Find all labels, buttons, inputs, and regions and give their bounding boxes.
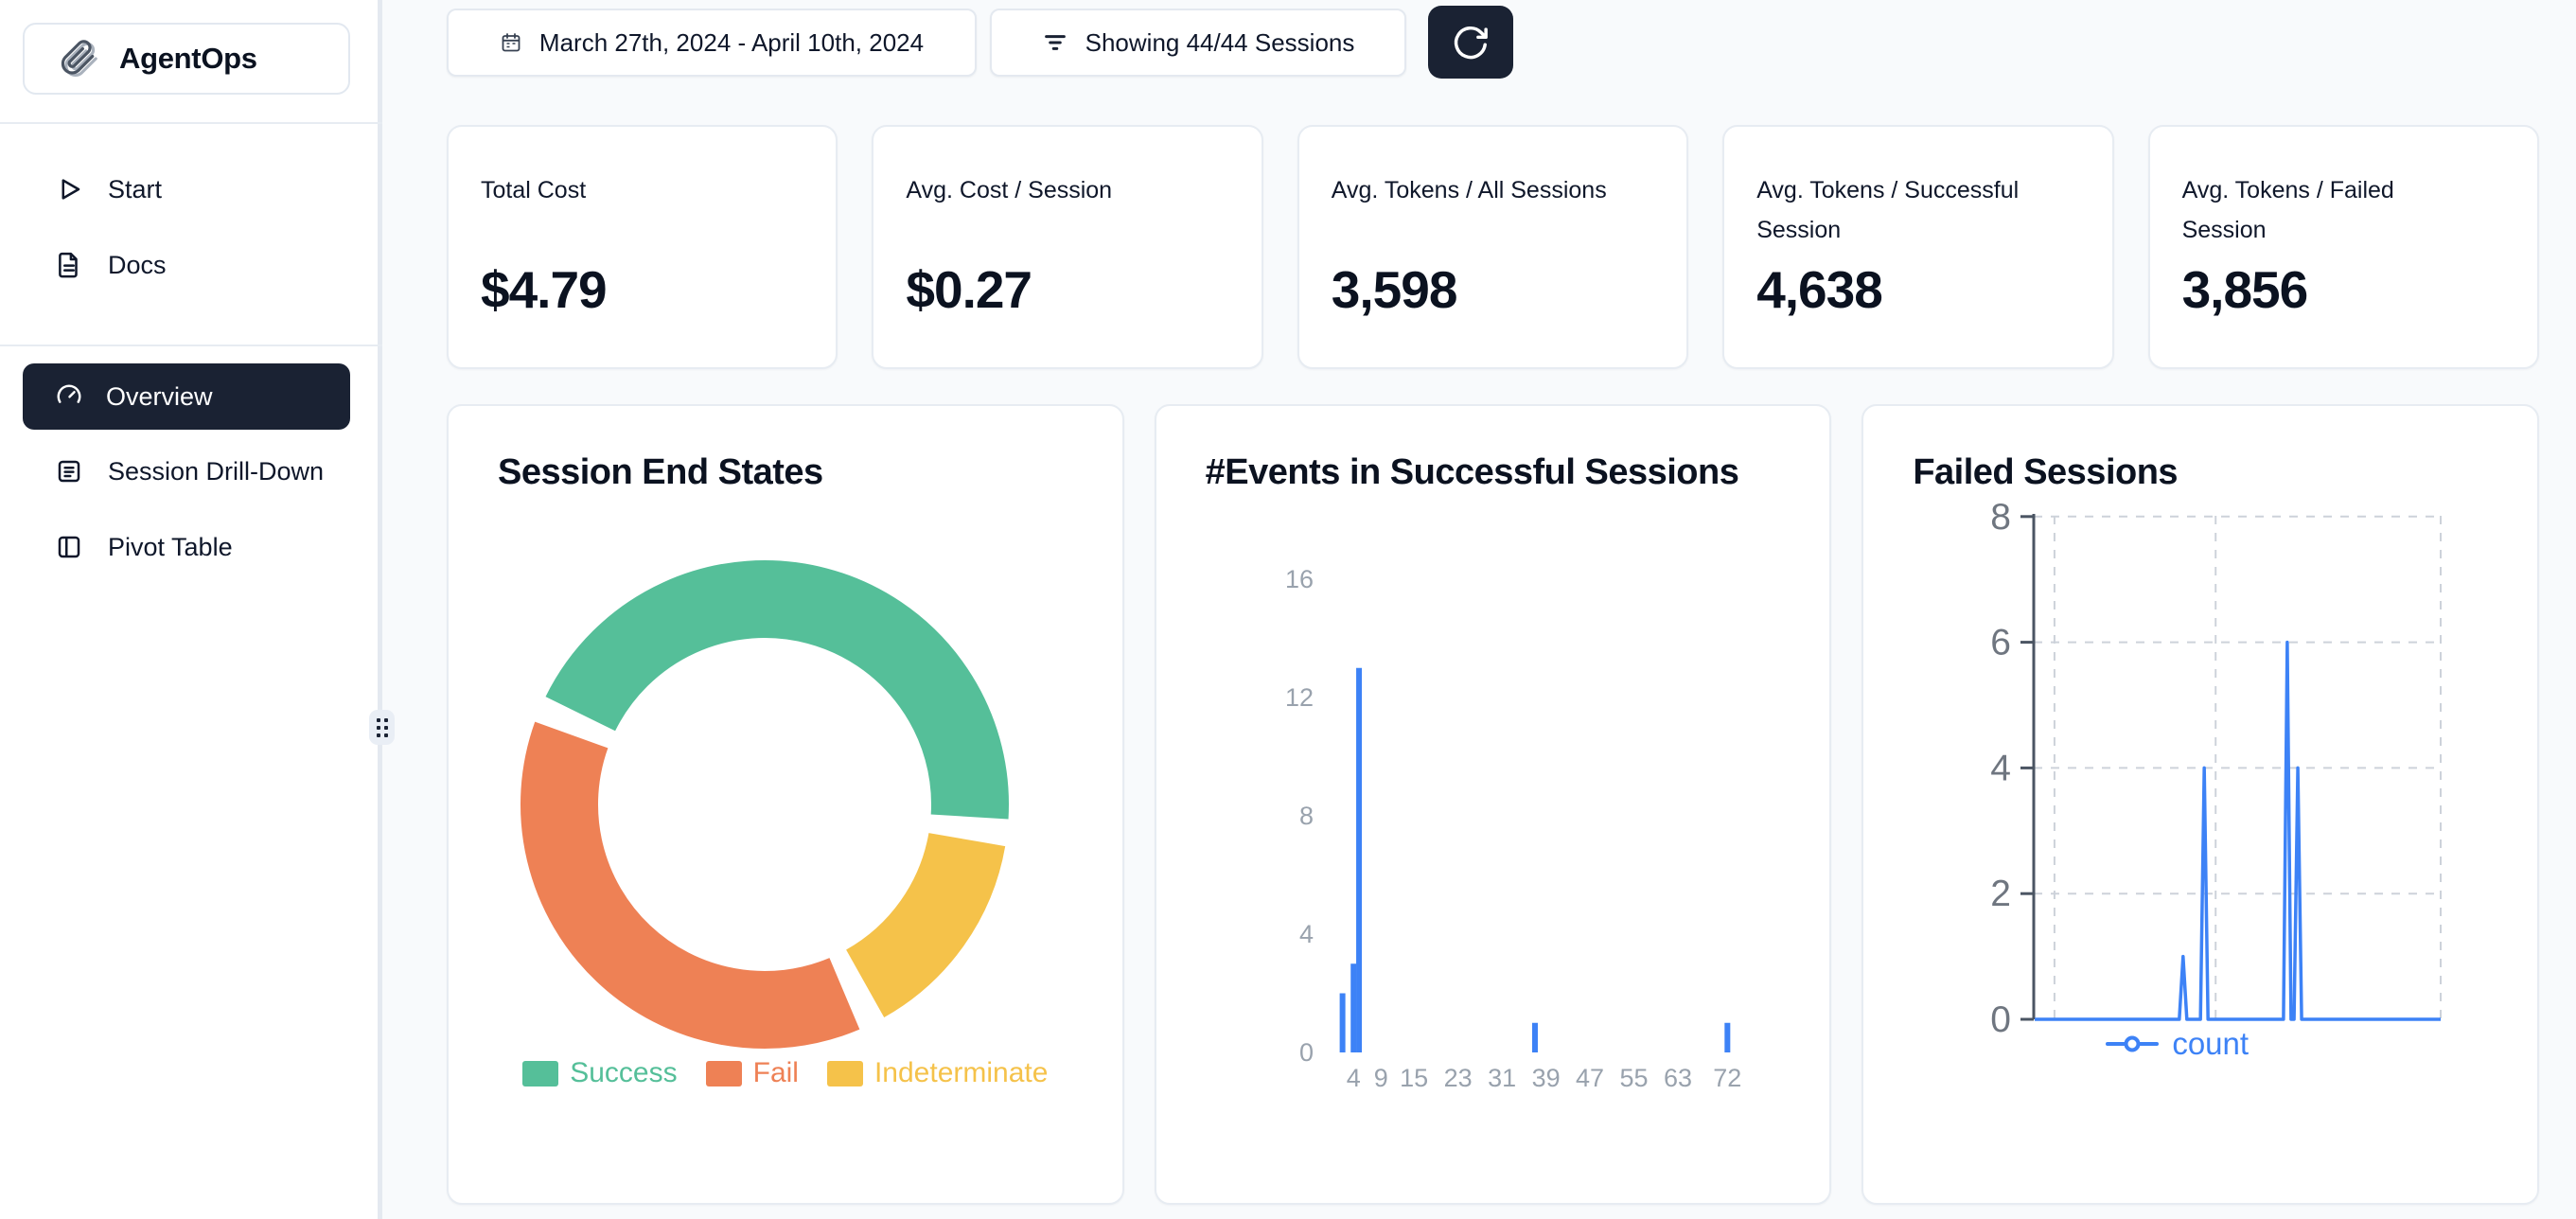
svg-text:31: 31 bbox=[1488, 1064, 1516, 1092]
gauge-icon bbox=[55, 382, 83, 411]
svg-text:0: 0 bbox=[1991, 999, 2012, 1040]
stat-value: $4.79 bbox=[481, 259, 807, 320]
legend-label: Success bbox=[570, 1057, 677, 1089]
fail-swatch-icon bbox=[706, 1061, 742, 1086]
refresh-icon bbox=[1450, 22, 1491, 63]
stat-label: Total Cost bbox=[481, 170, 757, 252]
svg-text:39: 39 bbox=[1531, 1064, 1560, 1092]
sidebar-item-start[interactable]: Start bbox=[0, 152, 382, 226]
svg-text:12: 12 bbox=[1285, 683, 1314, 712]
svg-text:4: 4 bbox=[1299, 920, 1314, 948]
svg-text:6: 6 bbox=[1991, 623, 2012, 663]
stat-value: 3,856 bbox=[2182, 259, 2509, 320]
filter-label: Showing 44/44 Sessions bbox=[1085, 28, 1355, 58]
charts-row: Session End States Success Fail Indeterm… bbox=[447, 404, 2539, 1205]
app-title: AgentOps bbox=[119, 42, 257, 76]
legend-label: count bbox=[2172, 1026, 2249, 1062]
date-range-button[interactable]: March 27th, 2024 - April 10th, 2024 bbox=[447, 9, 977, 77]
svg-text:9: 9 bbox=[1373, 1064, 1387, 1092]
legend-item-success[interactable]: Success bbox=[522, 1057, 677, 1089]
legend-label: Fail bbox=[753, 1057, 799, 1089]
svg-text:8: 8 bbox=[1991, 497, 2012, 538]
svg-text:0: 0 bbox=[1299, 1038, 1314, 1067]
stat-label: Avg. Tokens / Successful Session bbox=[1756, 170, 2033, 252]
success-swatch-icon bbox=[522, 1061, 558, 1086]
stat-value: $0.27 bbox=[906, 259, 1232, 320]
filter-icon bbox=[1042, 29, 1068, 56]
svg-text:4: 4 bbox=[1991, 748, 2012, 788]
refresh-button[interactable] bbox=[1428, 6, 1513, 79]
stat-value: 4,638 bbox=[1756, 259, 2083, 320]
sidebar-item-label: Pivot Table bbox=[108, 533, 233, 562]
svg-text:2: 2 bbox=[1991, 874, 2012, 914]
sidebar-item-pivot-table[interactable]: Pivot Table bbox=[0, 510, 382, 584]
stats-row: Total Cost $4.79 Avg. Cost / Session $0.… bbox=[447, 125, 2539, 369]
sidebar-item-label: Start bbox=[108, 175, 162, 204]
svg-text:8: 8 bbox=[1299, 802, 1314, 830]
sidebar-item-session-drill-down[interactable]: Session Drill-Down bbox=[0, 434, 382, 508]
main-content: March 27th, 2024 - April 10th, 2024 Show… bbox=[387, 0, 2576, 1219]
svg-text:47: 47 bbox=[1576, 1064, 1604, 1092]
list-icon bbox=[55, 457, 83, 486]
sidebar-item-label: Session Drill-Down bbox=[108, 457, 324, 486]
sidebar-divider bbox=[0, 122, 382, 124]
app-logo[interactable]: AgentOps bbox=[23, 23, 350, 95]
stat-label: Avg. Tokens / All Sessions bbox=[1332, 170, 1608, 252]
stat-card-avg-cost-session: Avg. Cost / Session $0.27 bbox=[872, 125, 1262, 369]
stat-card-avg-tokens-all: Avg. Tokens / All Sessions 3,598 bbox=[1297, 125, 1688, 369]
svg-text:63: 63 bbox=[1664, 1064, 1692, 1092]
filter-button[interactable]: Showing 44/44 Sessions bbox=[990, 9, 1406, 77]
events-histogram: 0481216491523313947556372 bbox=[1156, 406, 1832, 1205]
stat-label: Avg. Tokens / Failed Session bbox=[2182, 170, 2459, 252]
stat-card-avg-tokens-failed: Avg. Tokens / Failed Session 3,856 bbox=[2148, 125, 2539, 369]
sidebar-item-label: Overview bbox=[106, 382, 213, 412]
legend-label: Indeterminate bbox=[874, 1057, 1048, 1089]
failed-sessions-line-chart: 0 2 4 6 8 bbox=[1863, 406, 2539, 1205]
legend-item-fail[interactable]: Fail bbox=[706, 1057, 799, 1089]
events-chart-card: #Events in Successful Sessions 048121649… bbox=[1155, 404, 1832, 1205]
donut-legend: Success Fail Indeterminate bbox=[449, 1057, 1122, 1089]
stat-value: 3,598 bbox=[1332, 259, 1658, 320]
pivot-table-icon bbox=[55, 533, 83, 561]
stat-card-avg-tokens-successful: Avg. Tokens / Successful Session 4,638 bbox=[1722, 125, 2113, 369]
stat-card-total-cost: Total Cost $4.79 bbox=[447, 125, 838, 369]
svg-text:4: 4 bbox=[1346, 1064, 1360, 1092]
sidebar-resize-handle[interactable] bbox=[369, 710, 395, 745]
svg-text:16: 16 bbox=[1285, 565, 1314, 593]
svg-text:72: 72 bbox=[1713, 1064, 1741, 1092]
sidebar: AgentOps Start Docs Overview bbox=[0, 0, 382, 1219]
grip-dots-icon bbox=[377, 718, 388, 737]
sidebar-item-docs[interactable]: Docs bbox=[0, 228, 382, 302]
sidebar-item-label: Docs bbox=[108, 251, 167, 280]
sidebar-divider bbox=[0, 344, 382, 346]
document-icon bbox=[55, 251, 83, 279]
donut-chart-card: Session End States Success Fail Indeterm… bbox=[447, 404, 1124, 1205]
indeterminate-swatch-icon bbox=[827, 1061, 863, 1086]
legend-count-marker-icon bbox=[2106, 1034, 2159, 1053]
stat-label: Avg. Cost / Session bbox=[906, 170, 1182, 252]
date-range-label: March 27th, 2024 - April 10th, 2024 bbox=[539, 28, 924, 58]
legend-item-indeterminate[interactable]: Indeterminate bbox=[827, 1057, 1048, 1089]
svg-text:15: 15 bbox=[1400, 1064, 1428, 1092]
svg-text:55: 55 bbox=[1619, 1064, 1648, 1092]
calendar-icon bbox=[500, 31, 522, 54]
paperclip-icon bbox=[59, 39, 98, 79]
count-legend[interactable]: count bbox=[2106, 1026, 2249, 1062]
play-icon bbox=[55, 175, 83, 203]
failed-sessions-chart-card: Failed Sessions 02468 count bbox=[1861, 404, 2539, 1205]
svg-text:23: 23 bbox=[1443, 1064, 1472, 1092]
sidebar-item-overview[interactable]: Overview bbox=[23, 363, 350, 430]
